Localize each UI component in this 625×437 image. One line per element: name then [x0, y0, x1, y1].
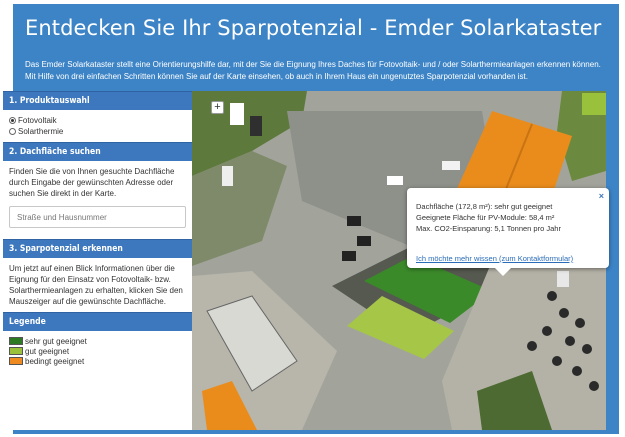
legend-item: gut geeignet: [9, 346, 186, 356]
legend-label: bedingt geeignet: [25, 356, 85, 366]
car: [357, 236, 371, 246]
tire: [559, 308, 569, 318]
legend-item: sehr gut geeignet: [9, 336, 186, 346]
close-icon[interactable]: ×: [599, 191, 604, 201]
car: [230, 103, 244, 125]
legend-item: bedingt geeignet: [9, 356, 186, 366]
potential-instructions: Um jetzt auf einen Blick Informationen ü…: [9, 264, 183, 306]
contact-form-link[interactable]: Ich möchte mehr wissen (zum Kontaktformu…: [416, 253, 573, 264]
legend-swatch: [9, 337, 23, 345]
page-description: Das Emder Solarkataster stellt eine Orie…: [25, 60, 601, 81]
tire: [589, 381, 599, 391]
popup-co2: Max. CO2-Einsparung: 5,1 Tonnen pro Jahr: [416, 224, 561, 233]
legend-swatch: [9, 347, 23, 355]
radio-icon[interactable]: [9, 128, 16, 135]
roof-green-corner: [582, 93, 606, 115]
page-title: Entdecken Sie Ihr Sparpotenzial - Emder …: [25, 16, 602, 40]
radio-solarthermie[interactable]: Solarthermie: [9, 126, 186, 137]
tire: [542, 326, 552, 336]
tire: [572, 366, 582, 376]
zoom-in-button[interactable]: +: [211, 101, 224, 114]
car: [347, 216, 361, 226]
container: [557, 271, 569, 287]
sidebar: 1. Produktauswahl Fotovoltaik Solartherm…: [3, 91, 192, 430]
page: Entdecken Sie Ihr Sparpotenzial - Emder …: [0, 0, 625, 437]
product-section: Fotovoltaik Solarthermie: [3, 110, 192, 142]
car: [222, 166, 233, 186]
search-instructions: Finden Sie die von Ihnen gesuchte Dachfl…: [9, 167, 175, 198]
car: [342, 251, 356, 261]
tire: [552, 356, 562, 366]
popup-roof-area: Dachfläche (172,8 m²): sehr gut geeignet: [416, 202, 553, 211]
roof-info-popup: × Dachfläche (172,8 m²): sehr gut geeign…: [407, 188, 609, 276]
product-heading: 1. Produktauswahl: [3, 91, 192, 110]
car: [442, 161, 460, 170]
car: [387, 176, 403, 185]
radio-fotovoltaik[interactable]: Fotovoltaik: [9, 115, 186, 126]
car: [250, 116, 262, 136]
legend-swatch: [9, 357, 23, 365]
tire: [565, 336, 575, 346]
search-section: Finden Sie die von Ihnen gesuchte Dachfl…: [3, 161, 192, 233]
radio-label: Solarthermie: [18, 127, 64, 136]
potential-section: Um jetzt auf einen Blick Informationen ü…: [3, 258, 192, 312]
address-search-input[interactable]: [9, 206, 186, 228]
tire: [582, 344, 592, 354]
popup-pv-area: Geeignete Fläche für PV-Module: 58,4 m²: [416, 213, 555, 222]
tire: [575, 318, 585, 328]
potential-heading: 3. Sparpotenzial erkennen: [3, 239, 192, 258]
legend: sehr gut geeignet gut geeignet bedingt g…: [3, 331, 192, 371]
tire: [527, 341, 537, 351]
search-heading: 2. Dachfläche suchen: [3, 142, 192, 161]
legend-heading: Legende: [3, 312, 192, 331]
radio-label: Fotovoltaik: [18, 116, 57, 125]
radio-icon[interactable]: [9, 117, 16, 124]
tire: [547, 291, 557, 301]
